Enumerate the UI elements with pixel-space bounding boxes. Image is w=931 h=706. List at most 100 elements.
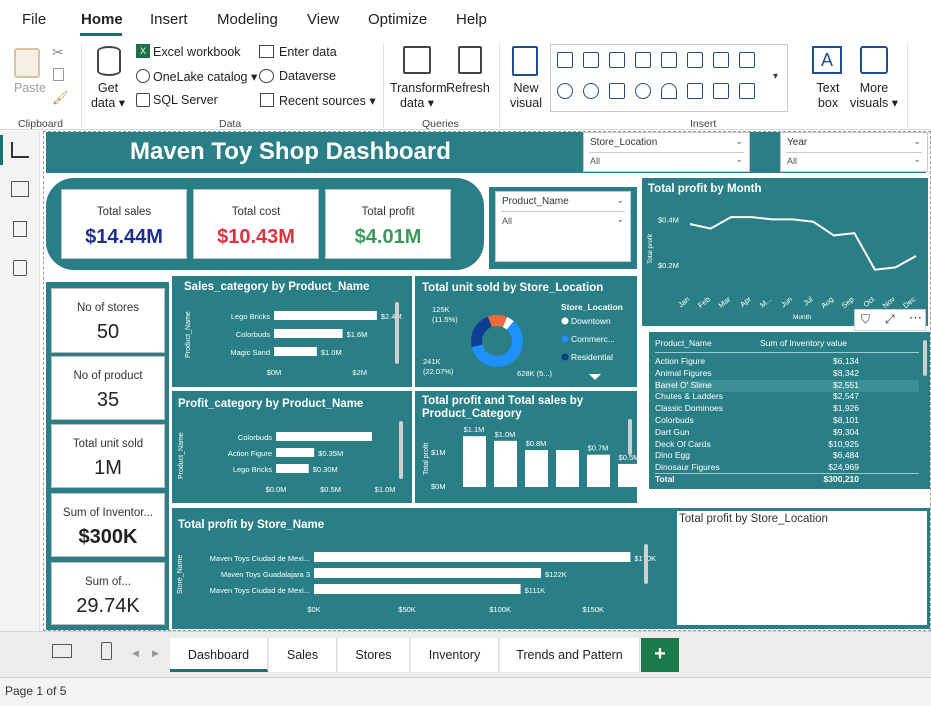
menu-optimize[interactable]: Optimize [368,11,427,28]
area-chart-icon[interactable] [687,52,703,68]
copy-icon[interactable] [53,68,64,81]
year-slicer[interactable]: Year ⌄ All ⌄ [780,132,928,172]
clustered-bar-icon[interactable] [583,52,599,68]
matrix-icon[interactable] [739,83,755,99]
gauge-icon[interactable] [661,83,677,99]
sales-category-visual[interactable]: Sales_category by Product_Name Product_N… [172,276,412,387]
desktop-layout-icon[interactable] [52,644,72,658]
inventory-table-visual[interactable]: Product_Name Sum of Inventory value Action… [649,332,930,489]
chevron-down-icon[interactable]: ⌄ [735,154,743,165]
tab-inventory[interactable]: Inventory [411,638,499,672]
format-painter-icon[interactable]: 🖌 [52,90,69,106]
table-row[interactable]: Chutes & Ladders $2,547 [655,391,919,403]
table-cell: Animal Figures [655,367,712,378]
profit-category-visual[interactable]: Profit_category by Product_Name Product_… [172,391,412,503]
dataverse-button[interactable]: Dataverse [279,69,336,83]
dax-query-view-icon[interactable] [13,260,27,276]
report-view-icon[interactable] [11,142,29,158]
table-row[interactable]: Dino Egg $6,484 [655,450,919,462]
tab-stores[interactable]: Stores [338,638,410,672]
profit-and-sales-visual[interactable]: Total profit and Total sales by Product_… [415,391,637,503]
table-row[interactable]: Dart Gun $9,304 [655,427,919,439]
column-chart-icon[interactable] [609,52,625,68]
product-name-slicer[interactable]: Product_Name ⌄ All ⌄ [495,191,631,262]
scrollbar[interactable] [923,340,927,376]
chevron-down-icon[interactable]: ⌄ [616,214,624,225]
focus-mode-icon[interactable]: ⤢ [885,312,895,327]
menu-view[interactable]: View [307,11,339,28]
table-row[interactable]: Total $300,210 [655,474,919,486]
chevron-down-icon[interactable]: ⌄ [913,154,921,165]
visuals-gallery: ▾ [550,44,788,112]
bar [618,463,637,487]
excel-workbook-button[interactable]: Excel workbook [153,45,241,59]
gallery-expand-icon[interactable]: ▾ [773,71,778,82]
get-data-button[interactable]: Get data ▾ [88,81,128,111]
table-row[interactable]: Action Figure $6,134 [655,356,919,368]
table-row[interactable]: Animal Figures $8,342 [655,368,919,380]
tab-sales[interactable]: Sales [269,638,337,672]
table-row[interactable]: Deck Of Cards $10,925 [655,439,919,451]
table-cell: Dino Egg [655,450,690,461]
menu-help[interactable]: Help [456,11,487,28]
enter-data-button[interactable]: Enter data [279,45,337,59]
scroll-left-icon[interactable]: ◀ [132,648,139,659]
chevron-down-icon[interactable]: ⌄ [913,136,921,147]
table-row[interactable]: Colorbuds $8,101 [655,415,919,427]
ribbon: Paste ✂ 🖌 Clipboard Get data ▾ X Excel w… [0,38,931,130]
pie-chart-icon[interactable] [557,83,573,99]
map-icon[interactable] [635,83,651,99]
bar-chart-icon[interactable] [635,52,651,68]
units-by-location-visual[interactable]: Total unit sold by Store_Location 125K (1… [415,276,637,387]
menu-file[interactable]: File [22,11,46,28]
chevron-down-icon[interactable]: ⌄ [616,195,624,206]
tab-dashboard[interactable]: Dashboard [170,638,268,672]
new-visual-button[interactable]: New visual [504,81,548,111]
tab-trends-and-pattern[interactable]: Trends and Pattern [500,638,640,672]
treemap-icon[interactable] [609,83,625,99]
filter-icon[interactable]: ⛉ [861,312,870,327]
waterfall-icon[interactable] [739,52,755,68]
text-box-button[interactable]: Text box [806,81,850,111]
onelake-catalog-button[interactable]: OneLake catalog ▾ [153,69,257,84]
table-cell: $9,304 [833,426,859,437]
store-location-slicer[interactable]: Store_Location ⌄ All ⌄ [583,132,750,172]
stacked-bar-icon[interactable] [557,52,573,68]
table-visual-icon[interactable] [713,83,729,99]
line-chart-icon[interactable] [661,52,677,68]
ribbon-chart-icon[interactable] [713,52,729,68]
sql-server-button[interactable]: SQL Server [153,93,218,107]
chevron-down-icon[interactable]: ⌄ [735,136,743,147]
refresh-button[interactable]: Refresh [446,81,490,96]
table-row[interactable]: Barrel O' Slime $2,551 [655,379,919,392]
model-view-icon[interactable] [13,221,27,237]
database-icon [97,46,121,76]
bar [463,436,486,487]
more-visuals-button[interactable]: More visuals ▾ [848,81,900,111]
profit-by-month-visual[interactable]: Total profit by Month Total profit $0.4M $… [642,178,928,326]
menu-home[interactable]: Home [81,11,123,28]
data-label: $0.8M [526,439,547,448]
card-label: Total unit sold [72,438,144,450]
donut-chart-icon[interactable] [583,83,599,99]
cut-icon[interactable]: ✂ [52,44,64,61]
card-icon[interactable] [687,83,703,99]
table-view-icon[interactable] [11,181,29,197]
table-cell: Total [655,474,675,484]
slicer-value: All [590,156,601,166]
more-options-icon[interactable]: ⋯ [909,310,922,326]
group-queries-label: Queries [422,118,459,130]
transform-data-button[interactable]: Transform data ▾ [390,81,447,111]
table-row[interactable]: Classic Dominoes $1,926 [655,403,919,415]
menu-modeling[interactable]: Modeling [217,11,278,28]
recent-sources-button[interactable]: Recent sources ▾ [279,93,376,108]
menu-insert[interactable]: Insert [150,11,188,28]
profit-by-location-visual[interactable]: Total profit by Store_Location [677,511,927,625]
paste-button[interactable]: Paste [14,81,46,95]
scroll-right-icon[interactable]: ▶ [152,648,159,659]
profit-by-store-visual[interactable]: Total profit by Store_Name Store_Name Mav… [172,508,691,629]
mobile-layout-icon[interactable] [101,642,112,660]
kpi-card-total-profit: Total profit $4.01M [325,189,451,259]
column-chart: Total profit $1M $0M $1.1M $1.0M $0.8M $0.7M $0… [423,419,637,491]
add-page-button[interactable]: + [641,638,679,672]
